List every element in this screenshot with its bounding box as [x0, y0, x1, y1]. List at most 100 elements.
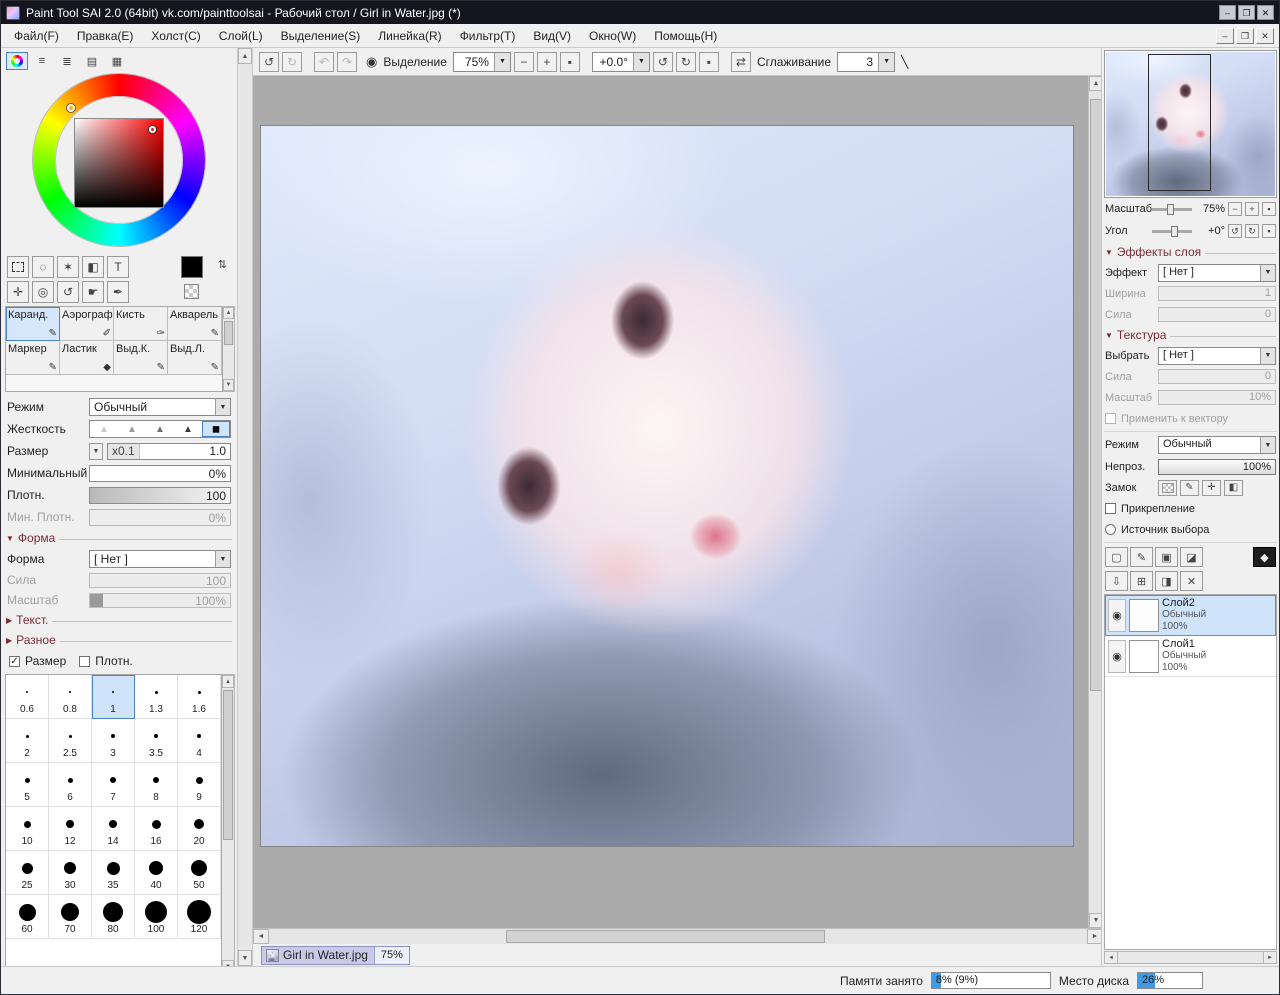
menu-item[interactable]: Окно(W)	[580, 25, 645, 47]
brush-size-cell[interactable]: 12	[49, 807, 92, 851]
brush-size-cell[interactable]: 100	[135, 895, 178, 939]
lasso-tool[interactable]: ◌	[32, 256, 54, 278]
menu-item[interactable]: Слой(L)	[210, 25, 272, 47]
navigator[interactable]	[1104, 50, 1277, 198]
scrollbar-thumb[interactable]	[506, 930, 825, 943]
menu-item[interactable]: Холст(C)	[142, 25, 209, 47]
selection-redo-button[interactable]: ↷	[337, 52, 357, 72]
nav-zoom-in-button[interactable]: +	[1245, 202, 1259, 216]
size-grid-scrollbar[interactable]: ▲ ▼	[222, 674, 235, 966]
sv-marker[interactable]	[149, 126, 156, 133]
color-wheel-tab[interactable]	[6, 52, 28, 70]
hardness-option[interactable]: ▲	[174, 421, 202, 437]
brush-size-cell[interactable]: 8	[135, 763, 178, 807]
nav-rotate-cw-button[interactable]: ↻	[1245, 224, 1259, 238]
document-restore-button[interactable]: ❐	[1236, 28, 1254, 44]
scroll-up-icon[interactable]: ▲	[223, 307, 234, 319]
new-layer-button[interactable]: ▢	[1105, 547, 1128, 567]
opacity-slider[interactable]: 100%	[1158, 459, 1276, 475]
brush-size-cell[interactable]: 0.6	[6, 675, 49, 719]
navigator-view-rect[interactable]	[1148, 54, 1211, 191]
effect-dropdown[interactable]: [ Нет ] ▼	[1158, 264, 1276, 282]
menu-item[interactable]: Файл(F)	[5, 25, 68, 47]
window-maximize-button[interactable]: ❐	[1238, 5, 1255, 20]
layer-mode-dropdown[interactable]: Обычный ▼	[1158, 436, 1276, 454]
brush-size-cell[interactable]: 7	[92, 763, 135, 807]
brush-size-cell[interactable]: 1.6	[178, 675, 221, 719]
nav-scale-slider[interactable]	[1152, 208, 1192, 211]
tool-cell[interactable]: Акварель ✎	[168, 307, 222, 341]
saturation-value-box[interactable]	[75, 119, 163, 207]
tool-cell[interactable]: Маркер ✎	[6, 341, 60, 375]
layer-item[interactable]: ◉ Слой1 Обычный 100%	[1105, 636, 1276, 677]
tool-cell[interactable]: Выд.К. ✎	[114, 341, 168, 375]
selection-visibility-icon[interactable]: ◉	[366, 54, 377, 70]
scratchpad-tab[interactable]: ▦	[106, 52, 128, 70]
brush-size-cell[interactable]: 9	[178, 763, 221, 807]
selection-source-radio[interactable]	[1105, 524, 1116, 535]
hardness-option[interactable]: ▲	[146, 421, 174, 437]
menu-item[interactable]: Правка(E)	[68, 25, 143, 47]
menu-item[interactable]: Выделение(S)	[272, 25, 370, 47]
hue-marker[interactable]	[67, 104, 75, 112]
min-size-field[interactable]: 0%	[89, 465, 231, 482]
selection-undo-button[interactable]: ↶	[314, 52, 334, 72]
window-close-button[interactable]: ✕	[1257, 5, 1274, 20]
zoom-reset-button[interactable]: ▪	[560, 52, 580, 72]
shape-dropdown[interactable]: [ Нет ] ▼	[89, 550, 231, 568]
document-tab[interactable]: Girl in Water.jpg 75%	[261, 946, 410, 965]
tool-cell[interactable]: Кисть ✑	[114, 307, 168, 341]
brush-size-field[interactable]: x0.1 1.0	[107, 443, 231, 460]
shape-section-header[interactable]: ▼ Форма	[1, 528, 237, 548]
tool-cell[interactable]: Ластик ◆	[60, 341, 114, 375]
smoothing-dropdown[interactable]: 3 ▼	[837, 52, 895, 72]
color-wheel[interactable]	[24, 72, 214, 254]
apply-to-vector-checkbox[interactable]	[1105, 413, 1116, 424]
color-slider-tab[interactable]: ≡	[31, 52, 53, 70]
density-preset-checkbox[interactable]	[79, 656, 90, 667]
delete-layer-button[interactable]: ✕	[1180, 571, 1203, 591]
rotate-cw-button[interactable]: ↻	[676, 52, 696, 72]
scroll-up-icon[interactable]: ▲	[222, 675, 234, 688]
tool-grid-scrollbar[interactable]: ▲ ▼	[223, 306, 235, 392]
layer-visibility-toggle[interactable]: ◉	[1108, 640, 1126, 673]
text-tool[interactable]: T	[107, 256, 129, 278]
brush-size-cell[interactable]: 50	[178, 851, 221, 895]
tool-cell[interactable]: Аэрограф ✐	[60, 307, 114, 341]
color-mixer-tab[interactable]: ≣	[56, 52, 78, 70]
brush-size-cell[interactable]: 2	[6, 719, 49, 763]
nav-angle-reset-button[interactable]: ▪	[1262, 224, 1276, 238]
brush-size-cell[interactable]: 120	[178, 895, 221, 939]
layer-special-button[interactable]: ◆	[1253, 547, 1276, 567]
misc-section-header[interactable]: ▶ Разное	[1, 630, 237, 650]
brush-size-cell[interactable]: 5	[6, 763, 49, 807]
rotate-tool[interactable]: ↺	[57, 281, 79, 303]
brush-size-cell[interactable]: 30	[49, 851, 92, 895]
texture-section-header[interactable]: ▼ Текстура	[1104, 325, 1277, 345]
nav-zoom-out-button[interactable]: −	[1228, 202, 1242, 216]
merge-down-button[interactable]: ⊞	[1130, 571, 1153, 591]
tool-cell[interactable]: Каранд. ✎	[6, 307, 60, 341]
canvas-image[interactable]	[261, 126, 1073, 846]
slider-handle[interactable]	[1167, 204, 1174, 215]
menu-item[interactable]: Помощь(H)	[645, 25, 726, 47]
zoom-dropdown[interactable]: 75% ▼	[453, 52, 511, 72]
brush-size-cell[interactable]: 1	[92, 675, 135, 719]
move-tool[interactable]: ✛	[7, 281, 29, 303]
brush-size-cell[interactable]: 40	[135, 851, 178, 895]
lock-pixels-button[interactable]: ✎	[1180, 480, 1199, 496]
redo-button[interactable]: ↻	[282, 52, 302, 72]
window-minimize-button[interactable]: –	[1219, 5, 1236, 20]
eyedropper-tool[interactable]: ✒	[107, 281, 129, 303]
hardness-option[interactable]: ▲	[118, 421, 146, 437]
zoom-out-button[interactable]: −	[514, 52, 534, 72]
rect-select-tool[interactable]	[7, 256, 29, 278]
nav-angle-slider[interactable]	[1152, 230, 1192, 233]
brush-size-cell[interactable]: 16	[135, 807, 178, 851]
brush-size-cell[interactable]: 0.8	[49, 675, 92, 719]
layer-item[interactable]: ◉ Слой2 Обычный 100%	[1105, 595, 1276, 636]
lock-fill-button[interactable]: ◧	[1224, 480, 1243, 496]
hand-tool[interactable]: ☛	[82, 281, 104, 303]
magic-wand-tool[interactable]: ✶	[57, 256, 79, 278]
hardness-option[interactable]: ▲	[90, 421, 118, 437]
